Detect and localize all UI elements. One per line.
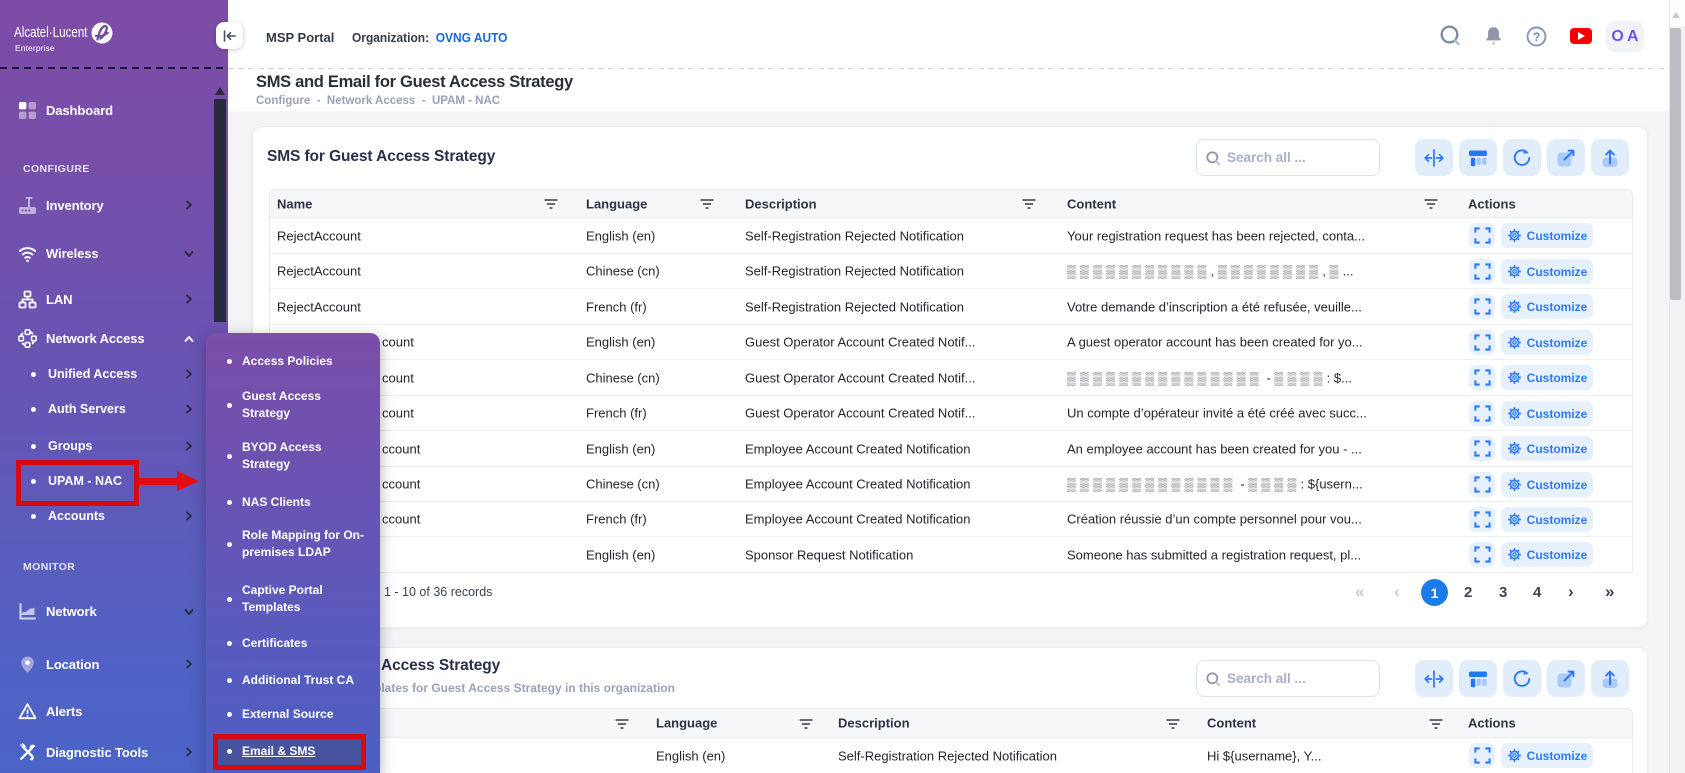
svg-text:?: ? [1533,30,1540,44]
